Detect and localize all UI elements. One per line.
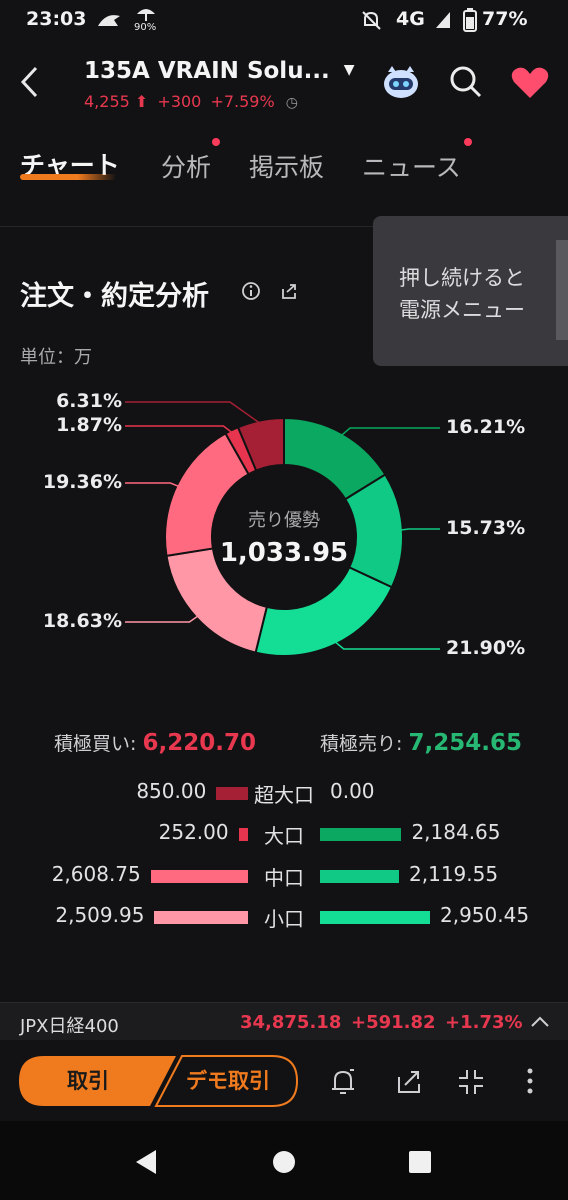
trade-button[interactable]: 取引 [18,1055,158,1107]
collapse-icon[interactable] [456,1067,486,1097]
system-nav-bar [0,1121,568,1200]
nav-back-icon[interactable] [134,1148,160,1176]
active-buy-label: 積極買い: [54,733,137,755]
index-ticker[interactable]: JPX日経400 34,875.18 +591.82 +1.73% [0,1002,568,1040]
donut-leader-line [125,401,262,425]
battery-icon [463,8,477,32]
active-buy-value: 6,220.70 [142,730,256,756]
tab-news[interactable]: ニュース [362,148,461,184]
clock-icon: ◷ [285,95,298,111]
section-title: 注文・約定分析 [20,274,209,313]
bottom-action-bar: 取引 デモ取引 [0,1041,568,1121]
active-sell-label: 積極売り: [320,733,403,755]
buy-volume-bar [154,911,248,924]
sell-volume-bar [320,828,402,841]
ticker-value: 34,875.18 [240,1012,342,1033]
sell-volume-value: 2,184.65 [411,820,501,844]
robot-assistant-icon[interactable] [380,62,422,102]
mute-bell-icon [362,11,381,30]
donut-leader-line [339,427,440,438]
sell-volume-value: 2,119.55 [409,862,499,886]
demo-trade-button[interactable]: デモ取引 [160,1055,296,1107]
buy-volume-bar [238,828,248,841]
donut-leader-line [333,640,440,650]
ticker-name: JPX日経400 [20,1016,119,1037]
status-bar: 23:03 90% 4G 77% [0,0,568,40]
sell-volume-value: 2,950.45 [440,903,530,927]
tab-board[interactable]: 掲示板 [249,148,324,184]
investor-size-label: 小口 [264,907,304,931]
investor-size-label: 大口 [264,824,304,848]
buy-volume-value: 2,608.75 [51,862,141,886]
nav-recents-icon[interactable] [408,1150,432,1174]
back-arrow-icon[interactable] [18,64,42,100]
buy-volume-bar [216,787,248,800]
donut-slice [254,566,394,657]
buy-volume-value: 850.00 [136,779,207,803]
buy-volume-bar [150,870,248,883]
signal-percent: 90% [134,22,157,33]
donut-leader-line [398,528,440,532]
power-menu-tooltip: 押し続けると 電源メニュー [373,216,568,366]
app-notification-icon [98,15,120,26]
share-icon[interactable] [394,1067,424,1097]
share-icon[interactable] [279,281,299,301]
donut-slice-label: 6.31% [56,390,122,412]
donut-center-label: 売り優勢 [248,510,320,531]
tab-analysis-badge [212,138,220,146]
tooltip-scrollbar [556,240,568,340]
donut-slice-label: 16.21% [446,416,526,438]
tooltip-line-1: 押し続けると [399,266,525,290]
battery-percent: 77% [482,8,528,30]
nav-home-icon[interactable] [272,1150,296,1174]
donut-slice-label: 1.87% [56,414,122,436]
tab-bar: チャート 分析 掲示板 ニュース [0,138,568,194]
investor-size-label: 超大口 [254,783,314,807]
donut-leader-line [125,425,234,435]
buy-volume-value: 2,509.95 [55,903,145,927]
active-buy-summary: 積極買い: 6,220.70 [54,729,256,756]
chevron-down-icon: ▼ [343,62,355,78]
donut-leader-line [125,614,200,623]
stock-change-pct: +7.59% [210,92,275,111]
active-sell-summary: 積極売り: 7,254.65 [320,729,522,756]
price-alert-icon[interactable] [328,1067,358,1097]
chevron-up-icon[interactable] [530,1015,550,1029]
active-sell-value: 7,254.65 [408,730,522,756]
donut-slice-label: 18.63% [42,610,122,632]
investor-size-label: 中口 [264,866,304,890]
buy-volume-value: 252.00 [158,820,229,844]
search-icon[interactable] [448,64,484,100]
stock-title[interactable]: 135A VRAIN Solu... ▼ [84,58,355,84]
donut-slice-label: 21.90% [446,637,526,659]
more-options-icon[interactable] [520,1067,540,1097]
tab-news-badge [464,138,472,146]
unit-label: 単位：万 [20,347,92,368]
section-title-text: 注文・約定分析 [20,281,209,312]
donut-slice-label: 19.36% [42,471,122,493]
signal-icon [436,12,450,28]
stock-price: 4,255 [84,92,130,111]
network-type: 4G [396,8,425,30]
stock-change: +300 [157,92,202,111]
donut-slice-label: 15.73% [446,517,526,539]
tab-analysis[interactable]: 分析 [161,148,211,184]
status-time: 23:03 [26,8,87,30]
sell-volume-bar [320,870,400,883]
active-tab-indicator [20,174,116,180]
ticker-change: +591.82 [351,1012,436,1033]
tooltip-line-2: 電源メニュー [399,298,525,322]
stock-quote: 4,255 ⬆ +300 +7.59% ◷ [84,92,298,111]
donut-leader-line [125,482,181,488]
up-arrow-icon: ⬆ [134,92,149,111]
ticker-change-pct: +1.73% [445,1012,523,1033]
favorite-heart-icon[interactable] [510,66,550,100]
stock-title-text: 135A VRAIN Solu... [84,58,330,84]
info-icon[interactable] [241,281,261,301]
donut-center-value: 1,033.95 [220,538,348,568]
sell-volume-bar [320,911,430,924]
sell-volume-value: 0.00 [330,779,375,803]
